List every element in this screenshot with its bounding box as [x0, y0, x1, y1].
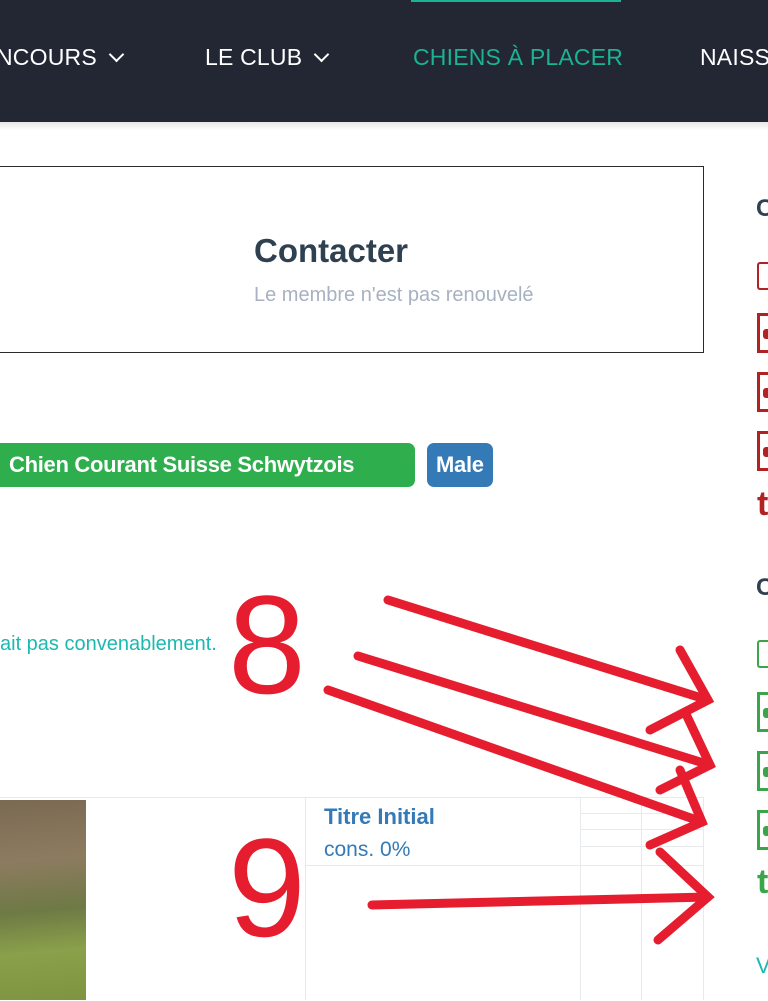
annotation-arrow — [383, 595, 713, 705]
nav-item-label: NCOURS — [0, 44, 97, 70]
title-label: Titre Initial — [324, 804, 435, 829]
trash-icon[interactable]: t — [757, 863, 768, 902]
table-divider — [580, 797, 581, 1000]
sidebar-heading: C — [756, 574, 768, 601]
sex-badge: Male — [427, 443, 493, 487]
user-icon[interactable] — [757, 431, 768, 471]
user-icon[interactable] — [757, 313, 768, 353]
nav-item-naissances[interactable]: NAISS — [700, 44, 768, 71]
nav-item-concours[interactable]: NCOURS — [0, 44, 125, 71]
chevron-down-icon — [314, 46, 330, 63]
user-icon[interactable] — [757, 692, 768, 732]
top-navbar: NCOURS LE CLUB CHIENS À PLACER NAISS — [0, 0, 768, 122]
annotation-arrowhead — [645, 645, 715, 735]
table-divider — [305, 865, 703, 866]
user-icon[interactable] — [757, 810, 768, 850]
description-text: ait pas convenablement. — [0, 633, 217, 655]
table-divider — [641, 797, 642, 1000]
annotation-arrowhead — [655, 707, 716, 795]
breed-badge: Chien Courant Suisse Schwytzois — [0, 443, 415, 487]
table-divider — [580, 813, 703, 814]
nav-item-label: CHIENS À PLACER — [413, 44, 624, 70]
table-divider — [703, 797, 704, 1000]
dog-photo[interactable] — [0, 800, 86, 1000]
contact-title: Contacter — [254, 232, 409, 269]
sidebar-heading: C — [756, 195, 768, 222]
checkbox-icon[interactable] — [757, 640, 768, 668]
title-value: cons. 0% — [324, 838, 411, 861]
active-nav-indicator — [411, 0, 621, 2]
checkbox-icon[interactable] — [757, 262, 768, 290]
annotation-arrow — [353, 651, 715, 770]
annotation-number-8: 8 — [228, 566, 306, 723]
navbar-shadow — [0, 122, 768, 130]
contact-subtitle: Le membre n'est pas renouvelé — [254, 284, 534, 306]
nav-item-label: NAISS — [700, 44, 768, 70]
table-divider — [580, 846, 703, 847]
table-divider — [305, 797, 306, 1000]
trash-icon[interactable]: t — [757, 485, 768, 524]
nav-item-chiens-a-placer[interactable]: CHIENS À PLACER — [413, 44, 623, 71]
user-icon[interactable] — [757, 751, 768, 791]
sidebar-link[interactable]: V — [756, 953, 768, 979]
nav-item-le-club[interactable]: LE CLUB — [205, 44, 330, 71]
user-icon[interactable] — [757, 372, 768, 412]
nav-item-label: LE CLUB — [205, 44, 303, 70]
table-divider — [580, 829, 703, 830]
chevron-down-icon — [108, 46, 125, 63]
